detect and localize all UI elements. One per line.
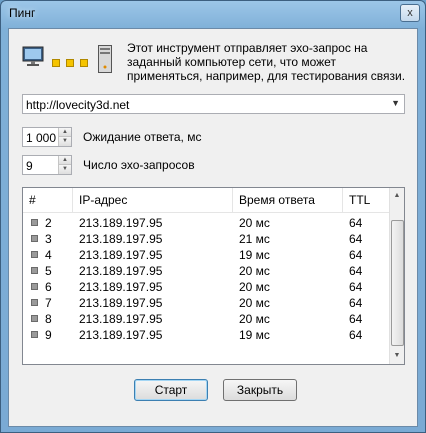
- column-header-ttl[interactable]: TTL: [343, 188, 391, 212]
- count-value[interactable]: 9: [26, 159, 33, 173]
- count-spin-buttons: ▲ ▼: [58, 156, 71, 174]
- row-number: 4: [45, 248, 52, 262]
- packet-dot-icon: [52, 59, 60, 67]
- table-row[interactable]: 9 213.189.197.95 19 мс 64: [23, 327, 391, 343]
- row-status-icon: [31, 331, 38, 338]
- packet-dot-icon: [66, 59, 74, 67]
- row-time: 21 мс: [239, 232, 270, 246]
- close-window-button[interactable]: x: [400, 4, 420, 22]
- row-status-icon: [31, 251, 38, 258]
- timeout-spinbox[interactable]: 1 000 ▲ ▼: [22, 127, 72, 147]
- header-illustration: [22, 45, 112, 75]
- host-input[interactable]: http://lovecity3d.net: [26, 98, 129, 112]
- start-button[interactable]: Старт: [134, 379, 208, 401]
- table-row[interactable]: 5 213.189.197.95 20 мс 64: [23, 263, 391, 279]
- results-table[interactable]: # IP-адрес Время ответа TTL 2 213.189.19…: [22, 187, 405, 365]
- scroll-up-arrow-icon[interactable]: ▲: [390, 188, 404, 204]
- row-status-icon: [31, 219, 38, 226]
- table-row[interactable]: 4 213.189.197.95 19 мс 64: [23, 247, 391, 263]
- row-time: 20 мс: [239, 280, 270, 294]
- table-row[interactable]: 3 213.189.197.95 21 мс 64: [23, 231, 391, 247]
- row-number: 5: [45, 264, 52, 278]
- column-header-ip[interactable]: IP-адрес: [73, 188, 233, 212]
- count-spinbox[interactable]: 9 ▲ ▼: [22, 155, 72, 175]
- row-status-icon: [31, 283, 38, 290]
- count-down-arrow-icon[interactable]: ▼: [59, 165, 71, 174]
- monitor-icon: [22, 46, 44, 66]
- row-ip: 213.189.197.95: [79, 312, 163, 326]
- timeout-up-arrow-icon[interactable]: ▲: [59, 128, 71, 137]
- row-ttl: 64: [349, 264, 363, 278]
- dialog-body: Этот инструмент отправляет эхо-запрос на…: [8, 28, 418, 427]
- row-ttl: 64: [349, 280, 363, 294]
- row-ttl: 64: [349, 248, 363, 262]
- row-ip: 213.189.197.95: [79, 216, 163, 230]
- scrollbar-thumb[interactable]: [391, 220, 404, 346]
- row-ip: 213.189.197.95: [79, 280, 163, 294]
- timeout-value[interactable]: 1 000: [26, 131, 56, 145]
- row-number: 7: [45, 296, 52, 310]
- table-row[interactable]: 2 213.189.197.95 20 мс 64: [23, 215, 391, 231]
- timeout-label: Ожидание ответа, мс: [83, 130, 202, 144]
- row-ip: 213.189.197.95: [79, 248, 163, 262]
- table-row[interactable]: 7 213.189.197.95 20 мс 64: [23, 295, 391, 311]
- close-button[interactable]: Закрыть: [223, 379, 297, 401]
- row-status-icon: [31, 267, 38, 274]
- row-number: 2: [45, 216, 52, 230]
- row-status-icon: [31, 315, 38, 322]
- row-time: 19 мс: [239, 248, 270, 262]
- row-ttl: 64: [349, 232, 363, 246]
- timeout-down-arrow-icon[interactable]: ▼: [59, 137, 71, 146]
- row-time: 19 мс: [239, 328, 270, 342]
- row-number: 9: [45, 328, 52, 342]
- row-number: 6: [45, 280, 52, 294]
- row-ip: 213.189.197.95: [79, 232, 163, 246]
- ping-window: Пинг x Этот инструмент отправляет эхо-за…: [0, 0, 426, 433]
- server-icon: [98, 45, 112, 73]
- timeout-spin-buttons: ▲ ▼: [58, 128, 71, 146]
- count-up-arrow-icon[interactable]: ▲: [59, 156, 71, 165]
- window-title: Пинг: [9, 6, 36, 20]
- column-header-time[interactable]: Время ответа: [233, 188, 343, 212]
- chevron-down-icon[interactable]: ▼: [391, 98, 400, 108]
- row-status-icon: [31, 299, 38, 306]
- row-number: 8: [45, 312, 52, 326]
- table-vertical-scrollbar[interactable]: ▲ ▼: [389, 188, 404, 364]
- row-number: 3: [45, 232, 52, 246]
- row-ttl: 64: [349, 296, 363, 310]
- row-ip: 213.189.197.95: [79, 296, 163, 310]
- table-header: # IP-адрес Время ответа TTL: [23, 188, 391, 213]
- tool-description: Этот инструмент отправляет эхо-запрос на…: [127, 41, 406, 83]
- table-row[interactable]: 8 213.189.197.95 20 мс 64: [23, 311, 391, 327]
- packet-dot-icon: [80, 59, 88, 67]
- row-ttl: 64: [349, 312, 363, 326]
- scroll-down-arrow-icon[interactable]: ▼: [390, 348, 404, 364]
- row-time: 20 мс: [239, 296, 270, 310]
- title-bar[interactable]: Пинг x: [1, 1, 425, 27]
- table-row[interactable]: 6 213.189.197.95 20 мс 64: [23, 279, 391, 295]
- row-ttl: 64: [349, 216, 363, 230]
- host-combobox[interactable]: http://lovecity3d.net ▼: [22, 94, 405, 114]
- row-ip: 213.189.197.95: [79, 264, 163, 278]
- count-label: Число эхо-запросов: [83, 158, 195, 172]
- row-time: 20 мс: [239, 264, 270, 278]
- row-status-icon: [31, 235, 38, 242]
- row-ttl: 64: [349, 328, 363, 342]
- row-time: 20 мс: [239, 312, 270, 326]
- row-time: 20 мс: [239, 216, 270, 230]
- column-header-number[interactable]: #: [23, 188, 73, 212]
- row-ip: 213.189.197.95: [79, 328, 163, 342]
